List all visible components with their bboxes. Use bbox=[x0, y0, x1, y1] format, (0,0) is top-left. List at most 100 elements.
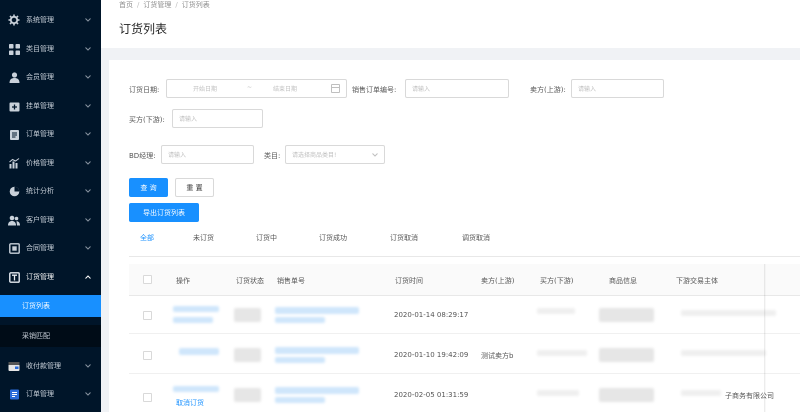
breadcrumb: 首页 / 订货管理 / 订货列表 bbox=[119, 1, 210, 9]
order-date-range-picker[interactable]: 开始日期 ~ 结束日期 bbox=[166, 79, 347, 98]
sidebar-item-contracts[interactable]: 合同管理 bbox=[0, 234, 101, 262]
row-order-time: 2020-02-05 01:31:59 bbox=[394, 391, 469, 399]
export-button[interactable]: 导出订货列表 bbox=[129, 203, 199, 222]
sidebar-item-label: 统计分析 bbox=[26, 187, 54, 195]
sidebar-item-orders[interactable]: 订单管理 bbox=[0, 120, 101, 148]
row-buyer bbox=[537, 308, 575, 314]
range-separator: ~ bbox=[247, 84, 253, 91]
chevron-up-icon bbox=[83, 272, 93, 282]
chevron-down-icon bbox=[83, 215, 93, 225]
row-status bbox=[234, 388, 261, 402]
row-action-link[interactable] bbox=[173, 386, 219, 392]
page-title: 订货列表 bbox=[119, 22, 168, 36]
gear-icon bbox=[8, 14, 20, 26]
row-order-time: 2020-01-14 08:29:17 bbox=[394, 311, 469, 319]
cancel-order-link[interactable]: 取消订货 bbox=[176, 398, 204, 408]
col-downstream-entity: 下游交易主体 bbox=[676, 277, 718, 285]
order-goods-icon bbox=[8, 271, 20, 283]
category-select[interactable]: 请选择商品类目! bbox=[285, 145, 385, 164]
sidebar-item-listing[interactable]: 挂单管理 bbox=[0, 92, 101, 120]
chevron-down-icon bbox=[83, 101, 93, 111]
chevron-down-icon bbox=[83, 129, 93, 139]
sidebar-item-orders-2[interactable]: 订单管理 bbox=[0, 380, 101, 408]
tab-ordering[interactable]: 订货中 bbox=[256, 233, 277, 243]
row-product-info bbox=[599, 388, 654, 402]
col-action: 操作 bbox=[176, 277, 190, 285]
sidebar-subitem-match[interactable]: 采销匹配 bbox=[0, 325, 101, 347]
sidebar-item-payments[interactable]: 收付款管理 bbox=[0, 352, 101, 380]
sidebar-item-order-goods[interactable]: 订货管理 bbox=[0, 263, 101, 291]
sidebar-item-category[interactable]: 类目管理 bbox=[0, 35, 101, 63]
row-status bbox=[234, 308, 261, 322]
row-status bbox=[234, 348, 261, 362]
users-icon bbox=[8, 214, 20, 226]
sales-no-label: 销售订单编号: bbox=[352, 86, 397, 94]
sidebar-item-system[interactable]: 系统管理 bbox=[0, 6, 101, 34]
reset-button[interactable]: 重 置 bbox=[175, 178, 214, 197]
tab-all[interactable]: 全部 bbox=[140, 233, 154, 243]
buyer-input[interactable]: 请输入 bbox=[172, 109, 263, 128]
tab-order-cancelled[interactable]: 订货取消 bbox=[390, 233, 418, 243]
query-button[interactable]: 查 询 bbox=[129, 178, 168, 197]
col-buyer: 买方(下游) bbox=[540, 277, 574, 285]
tab-order-success[interactable]: 订货成功 bbox=[319, 233, 347, 243]
content-card: 订货日期: 开始日期 ~ 结束日期 销售订单编号: 请输入 卖方(上游): 请输… bbox=[109, 60, 800, 412]
sidebar-item-price[interactable]: 价格管理 bbox=[0, 149, 101, 177]
row-checkbox[interactable] bbox=[143, 311, 152, 320]
row-downstream-entity bbox=[681, 350, 766, 356]
row-sales-no[interactable] bbox=[275, 357, 325, 363]
col-order-time: 订货时间 bbox=[395, 277, 423, 285]
chevron-down-icon bbox=[83, 361, 93, 371]
main-content: 首页 / 订货管理 / 订货列表 订货列表 订货日期: 开始日期 ~ 结束日期 销售订单… bbox=[101, 0, 800, 412]
table-row: 2020-01-10 19:42:09 测试卖方b bbox=[129, 336, 800, 374]
grid-icon bbox=[8, 43, 20, 55]
select-all-checkbox[interactable] bbox=[143, 275, 152, 284]
row-sales-no[interactable] bbox=[275, 307, 359, 314]
row-downstream-entity-blur bbox=[681, 390, 721, 396]
row-sales-no[interactable] bbox=[275, 397, 325, 403]
sidebar-item-member[interactable]: 会员管理 bbox=[0, 63, 101, 91]
row-action-link[interactable] bbox=[173, 306, 219, 312]
sidebar-item-label: 挂单管理 bbox=[26, 102, 54, 110]
plus-box-icon bbox=[8, 100, 20, 112]
seller-input[interactable]: 请输入 bbox=[571, 79, 664, 98]
chevron-down-icon bbox=[83, 186, 93, 196]
sidebar-subitem-label: 采销匹配 bbox=[22, 332, 50, 340]
sidebar-item-label: 价格管理 bbox=[26, 159, 54, 167]
page-header: 首页 / 订货管理 / 订货列表 订货列表 bbox=[101, 0, 800, 48]
table-row: 2020-01-14 08:29:17 bbox=[129, 296, 800, 334]
row-sales-no[interactable] bbox=[275, 387, 359, 394]
col-status: 订货状态 bbox=[236, 277, 264, 285]
row-checkbox[interactable] bbox=[143, 351, 152, 360]
tab-not-ordered[interactable]: 未订货 bbox=[193, 233, 214, 243]
buyer-label: 买方(下游): bbox=[129, 116, 165, 124]
chevron-down-icon bbox=[83, 158, 93, 168]
row-action-link[interactable] bbox=[173, 317, 213, 323]
sidebar-item-customers[interactable]: 客户管理 bbox=[0, 206, 101, 234]
sidebar-item-label: 订单管理 bbox=[26, 130, 54, 138]
row-downstream-entity: 子商务有限公司 bbox=[725, 392, 774, 400]
row-order-time: 2020-01-10 19:42:09 bbox=[394, 351, 469, 359]
row-product-info bbox=[599, 348, 654, 362]
fixed-column-shadow bbox=[764, 264, 766, 412]
row-sales-no[interactable] bbox=[275, 317, 325, 323]
chevron-down-icon bbox=[83, 389, 93, 399]
bd-manager-input[interactable]: 请输入 bbox=[161, 145, 254, 164]
row-sales-no[interactable] bbox=[275, 347, 359, 354]
row-checkbox[interactable] bbox=[143, 393, 152, 402]
pie-chart-icon bbox=[8, 185, 20, 197]
buyer-placeholder: 请输入 bbox=[179, 116, 198, 123]
category-placeholder: 请选择商品类目! bbox=[292, 152, 337, 159]
user-icon bbox=[8, 71, 20, 83]
sidebar-item-label: 收付款管理 bbox=[26, 362, 61, 370]
breadcrumb-order-goods[interactable]: 订货管理 bbox=[143, 1, 171, 9]
table-header: 操作 订货状态 销售单号 订货时间 卖方(上游) 买方(下游) 商品信息 下游交… bbox=[129, 264, 800, 296]
clipboard-icon bbox=[8, 128, 20, 140]
sidebar-item-stats[interactable]: 统计分析 bbox=[0, 177, 101, 205]
sidebar-subitem-order-list[interactable]: 订货列表 bbox=[0, 295, 101, 317]
sales-no-input[interactable]: 请输入 bbox=[405, 79, 509, 98]
tab-transfer-cancelled[interactable]: 调货取消 bbox=[462, 233, 490, 243]
contract-icon bbox=[8, 242, 20, 254]
row-action-link[interactable] bbox=[179, 348, 219, 355]
breadcrumb-home[interactable]: 首页 bbox=[119, 1, 133, 9]
